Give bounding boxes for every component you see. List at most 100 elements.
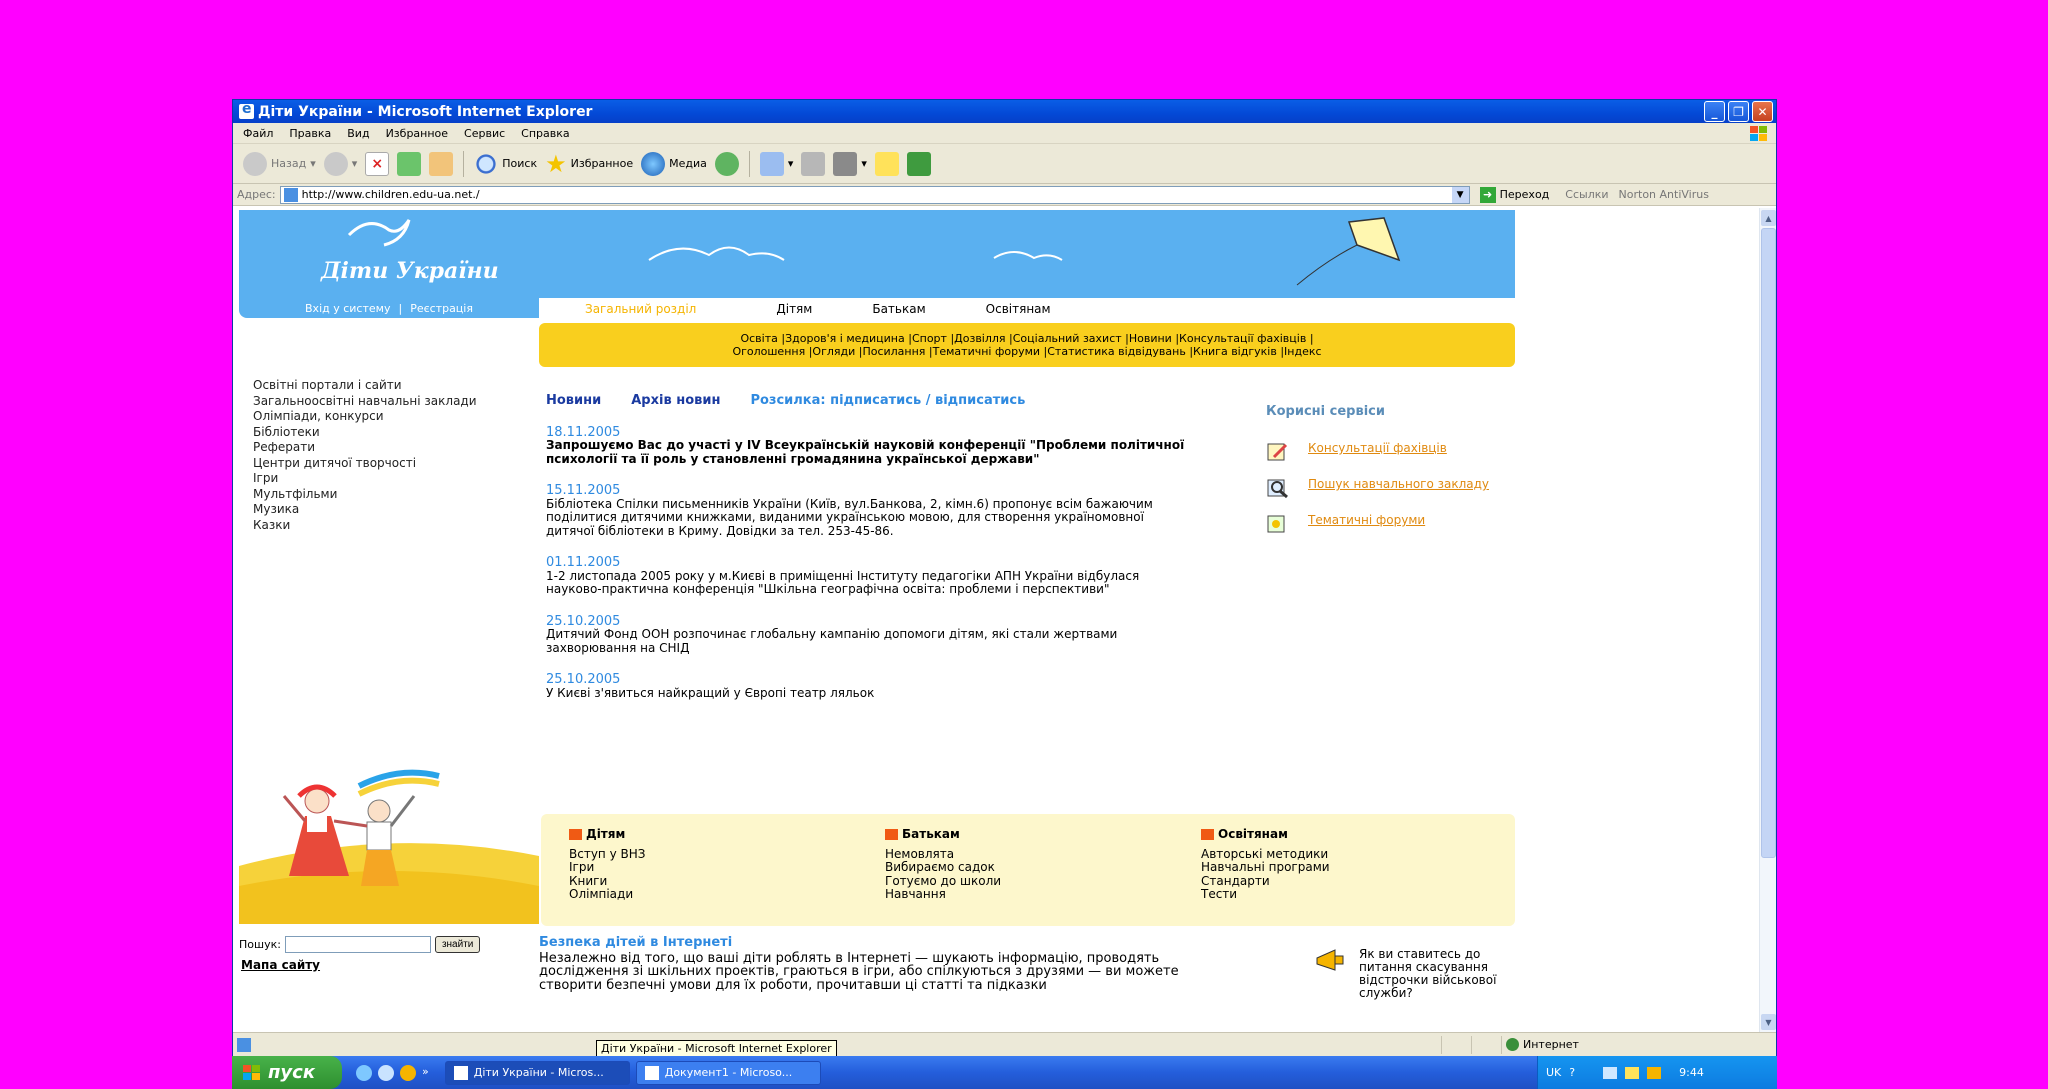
nav-guestbook[interactable]: Книга відгуків (1193, 345, 1284, 358)
service-forums-link[interactable]: Тематичні форуми (1308, 513, 1425, 527)
mediaplayer-quicklaunch-icon[interactable] (400, 1064, 416, 1081)
menu-favorites[interactable]: Избранное (386, 127, 448, 140)
vertical-scrollbar[interactable]: ▲ ▼ (1759, 208, 1776, 1032)
column-title[interactable]: Батькам (902, 827, 960, 842)
task-ie[interactable]: Діти України - Micros... (444, 1060, 630, 1085)
leftnav-item[interactable]: Казки (253, 518, 477, 534)
column-link[interactable]: Книги (569, 874, 645, 889)
sitemap-link[interactable]: Мапа сайту (241, 958, 320, 972)
nav-announcements[interactable]: Оголошення (732, 345, 812, 358)
leftnav-item[interactable]: Мультфільми (253, 487, 477, 503)
task-word[interactable]: Документ1 - Microso... (635, 1060, 821, 1085)
leftnav-item[interactable]: Загальноосвітні навчальні заклади (253, 394, 477, 410)
favorites-button[interactable]: ★ Избранное (545, 149, 633, 179)
links-button[interactable]: Ссылки (1565, 188, 1608, 201)
volume-icon[interactable] (1625, 1066, 1640, 1079)
maximize-button[interactable]: ❐ (1728, 101, 1749, 122)
leftnav-item[interactable]: Бібліотеки (253, 425, 477, 441)
column-link[interactable]: Вибираємо садок (885, 860, 1001, 875)
login-link[interactable]: Вхід у систему (305, 302, 390, 315)
antivirus-icon[interactable] (1647, 1066, 1662, 1079)
column-link[interactable]: Немовлята (885, 847, 1001, 862)
norton-button[interactable]: Norton AntiVirus (1619, 188, 1709, 201)
menu-view[interactable]: Вид (347, 127, 369, 140)
archive-tab[interactable]: Архів новин (631, 394, 720, 408)
print-button[interactable] (801, 149, 826, 179)
mailing-link[interactable]: Розсилка: підписатись / відписатись (750, 394, 1025, 408)
news-date[interactable]: 25.10.2005 (546, 673, 1186, 687)
network-icon[interactable] (1603, 1066, 1618, 1079)
search-button[interactable]: Поиск (474, 149, 537, 179)
edit-button[interactable]: ▾ (833, 149, 867, 179)
title-bar[interactable]: Діти України - Microsoft Internet Explor… (233, 100, 1776, 123)
history-button[interactable] (714, 149, 739, 179)
register-link[interactable]: Реєстрація (410, 302, 473, 315)
column-link[interactable]: Олімпіади (569, 887, 645, 902)
mail-button[interactable]: ▾ (759, 149, 793, 179)
nav-stats[interactable]: Статистика відвідувань (1047, 345, 1193, 358)
scroll-up-icon[interactable]: ▲ (1761, 210, 1776, 226)
ie-quicklaunch-icon[interactable] (356, 1064, 372, 1081)
column-link[interactable]: Ігри (569, 860, 645, 875)
column-link[interactable]: Вступ у ВНЗ (569, 847, 645, 862)
quicklaunch-more-icon[interactable]: » (422, 1065, 429, 1081)
media-button[interactable]: Медиа (641, 149, 707, 179)
news-date[interactable]: 15.11.2005 (546, 484, 1186, 498)
stop-button[interactable]: × (365, 149, 390, 179)
nav-links[interactable]: Посилання (862, 345, 932, 358)
column-link[interactable]: Авторські методики (1201, 847, 1330, 862)
nav-news[interactable]: Новини (1129, 332, 1179, 345)
column-link[interactable]: Навчальні програми (1201, 860, 1330, 875)
leftnav-item[interactable]: Реферати (253, 440, 477, 456)
address-input[interactable]: http://www.children.edu-ua.net./ ▼ (279, 185, 1470, 204)
language-indicator[interactable]: UK (1546, 1066, 1561, 1079)
tab-general[interactable]: Загальний розділ (585, 302, 696, 316)
tab-parents[interactable]: Батькам (872, 302, 925, 316)
service-school-search-link[interactable]: Пошук навчального закладу (1308, 477, 1489, 491)
tab-children[interactable]: Дітям (776, 302, 812, 316)
go-button[interactable]: ➜ Переход (1479, 186, 1549, 203)
messenger-quicklaunch-icon[interactable] (378, 1064, 394, 1081)
tab-educators[interactable]: Освітянам (986, 302, 1051, 316)
nav-index[interactable]: Індекс (1284, 345, 1322, 358)
start-button[interactable]: пуск (232, 1056, 342, 1089)
nav-forums[interactable]: Тематичні форуми (933, 345, 1048, 358)
back-button[interactable]: Назад ▾ (243, 149, 316, 179)
search-button[interactable]: знайти (434, 936, 481, 953)
news-date[interactable]: 25.10.2005 (546, 614, 1186, 629)
column-link[interactable]: Тести (1201, 887, 1330, 902)
nav-leisure[interactable]: Дозвілля (954, 332, 1013, 345)
news-date[interactable]: 18.11.2005 (546, 425, 1186, 440)
news-date[interactable]: 01.11.2005 (546, 556, 1186, 570)
help-icon[interactable]: ? (1569, 1066, 1575, 1079)
column-title[interactable]: Освітянам (1218, 827, 1288, 842)
messenger-button[interactable] (906, 149, 931, 179)
news-tab[interactable]: Новини (546, 394, 601, 408)
forward-button[interactable]: ▾ (323, 149, 357, 179)
menu-edit[interactable]: Правка (289, 127, 331, 140)
column-link[interactable]: Готуємо до школи (885, 874, 1001, 889)
search-input[interactable] (284, 936, 431, 953)
discuss-button[interactable] (874, 149, 899, 179)
scroll-down-icon[interactable]: ▼ (1761, 1014, 1776, 1030)
nav-consult[interactable]: Консультації фахівців (1179, 332, 1313, 345)
close-button[interactable]: ✕ (1752, 101, 1773, 122)
column-link[interactable]: Навчання (885, 887, 1001, 902)
leftnav-item[interactable]: Ігри (253, 471, 477, 487)
site-logo[interactable]: Діти України (321, 258, 499, 284)
nav-health[interactable]: Здоров'я і медицина (785, 332, 912, 345)
leftnav-item[interactable]: Музика (253, 502, 477, 518)
column-link[interactable]: Стандарти (1201, 874, 1330, 889)
nav-education[interactable]: Освіта (740, 332, 785, 345)
refresh-button[interactable] (397, 149, 422, 179)
column-title[interactable]: Дітям (586, 827, 625, 842)
nav-reviews[interactable]: Огляди (812, 345, 862, 358)
scroll-thumb[interactable] (1761, 228, 1776, 858)
menu-file[interactable]: Файл (243, 127, 273, 140)
safety-title[interactable]: Безпека дітей в Інтернеті (539, 936, 1219, 950)
service-consult-link[interactable]: Консультації фахівців (1308, 441, 1447, 455)
address-dropdown-icon[interactable]: ▼ (1451, 186, 1469, 203)
home-button[interactable] (429, 149, 454, 179)
poll-question[interactable]: Як ви ставитесь до питання скасування ві… (1359, 948, 1533, 1000)
leftnav-item[interactable]: Освітні портали і сайти (253, 378, 477, 394)
